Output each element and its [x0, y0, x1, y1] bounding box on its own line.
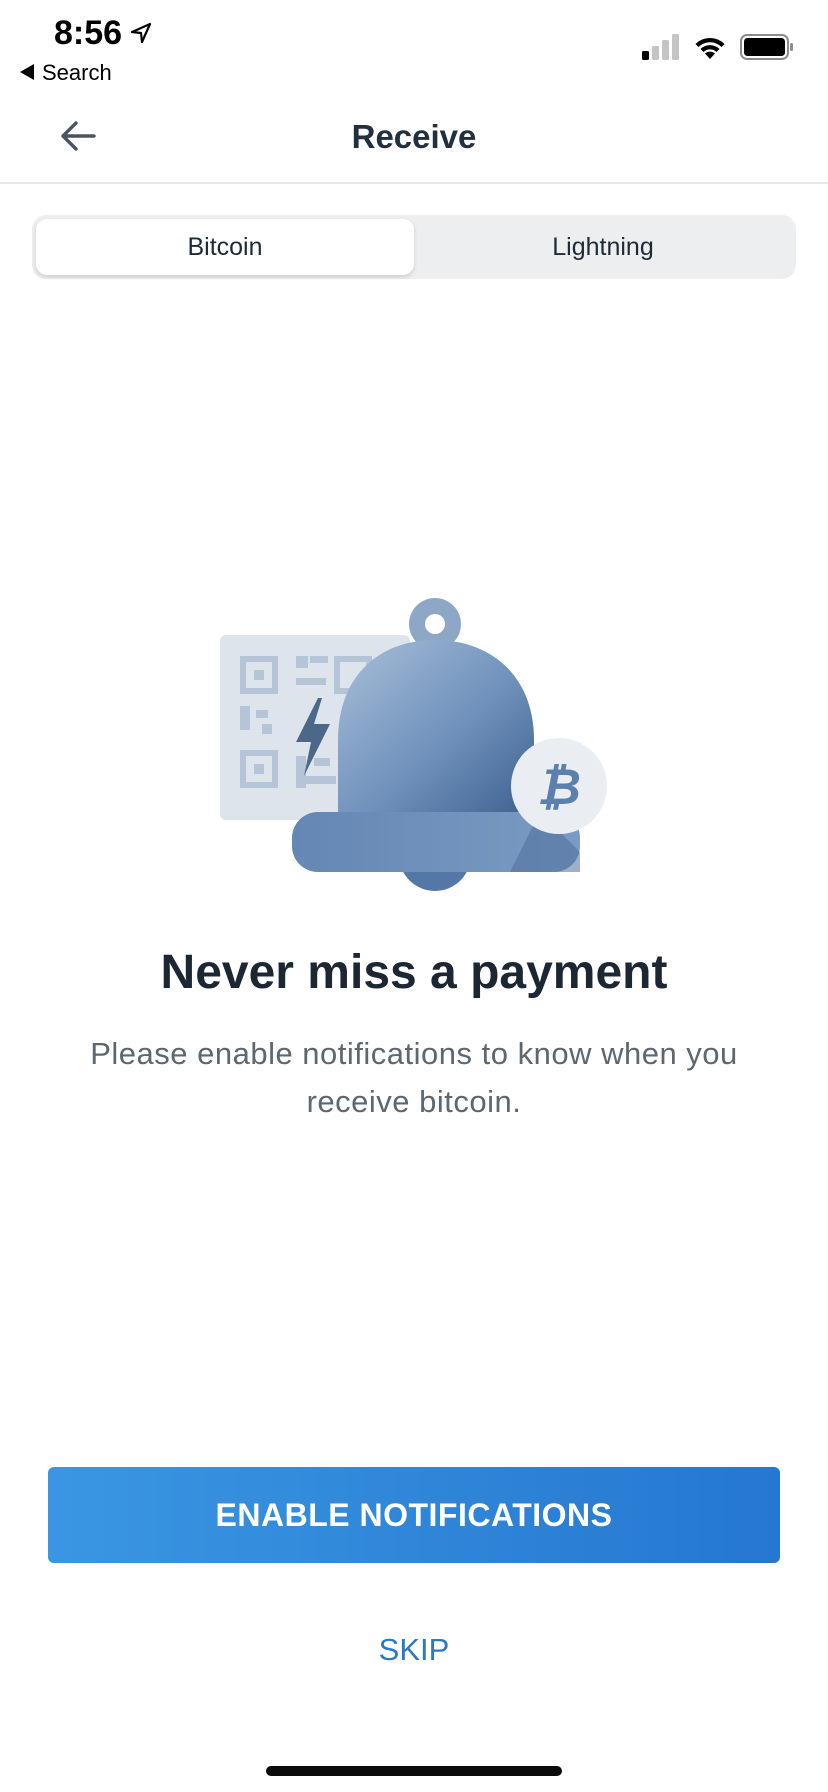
notification-illustration: ₿ [210, 590, 620, 920]
navigation-bar: Receive [0, 94, 828, 184]
location-arrow-icon [130, 14, 152, 53]
wifi-icon [694, 35, 726, 64]
status-icons [642, 34, 794, 65]
cellular-signal-icon [642, 34, 680, 65]
status-time: 8:56 [54, 14, 152, 53]
headline: Never miss a payment [160, 946, 668, 999]
status-back-to-search[interactable]: Search [20, 60, 112, 86]
battery-icon [740, 34, 794, 65]
bell-illustration: ₿ [220, 598, 607, 891]
tab-bitcoin[interactable]: Bitcoin [36, 219, 414, 275]
receive-screen: 8:56 Search Receive Bitcoin Lightning ₿ … [0, 0, 828, 1792]
bitcoin-icon: ₿ [511, 738, 607, 834]
back-triangle-icon [20, 60, 34, 86]
home-indicator [266, 1766, 562, 1776]
svg-text:₿: ₿ [537, 758, 581, 816]
page-title: Receive [351, 118, 477, 155]
tab-lightning[interactable]: Lightning [414, 219, 792, 275]
description-text: Please enable notifications to know when… [90, 1036, 738, 1119]
status-back-label: Search [42, 60, 112, 85]
enable-notifications-button[interactable]: ENABLE NOTIFICATIONS [48, 1467, 780, 1563]
network-segmented-control: Bitcoin Lightning [32, 215, 796, 279]
skip-button[interactable]: SKIP [314, 1625, 514, 1675]
status-time-text: 8:56 [54, 14, 123, 52]
